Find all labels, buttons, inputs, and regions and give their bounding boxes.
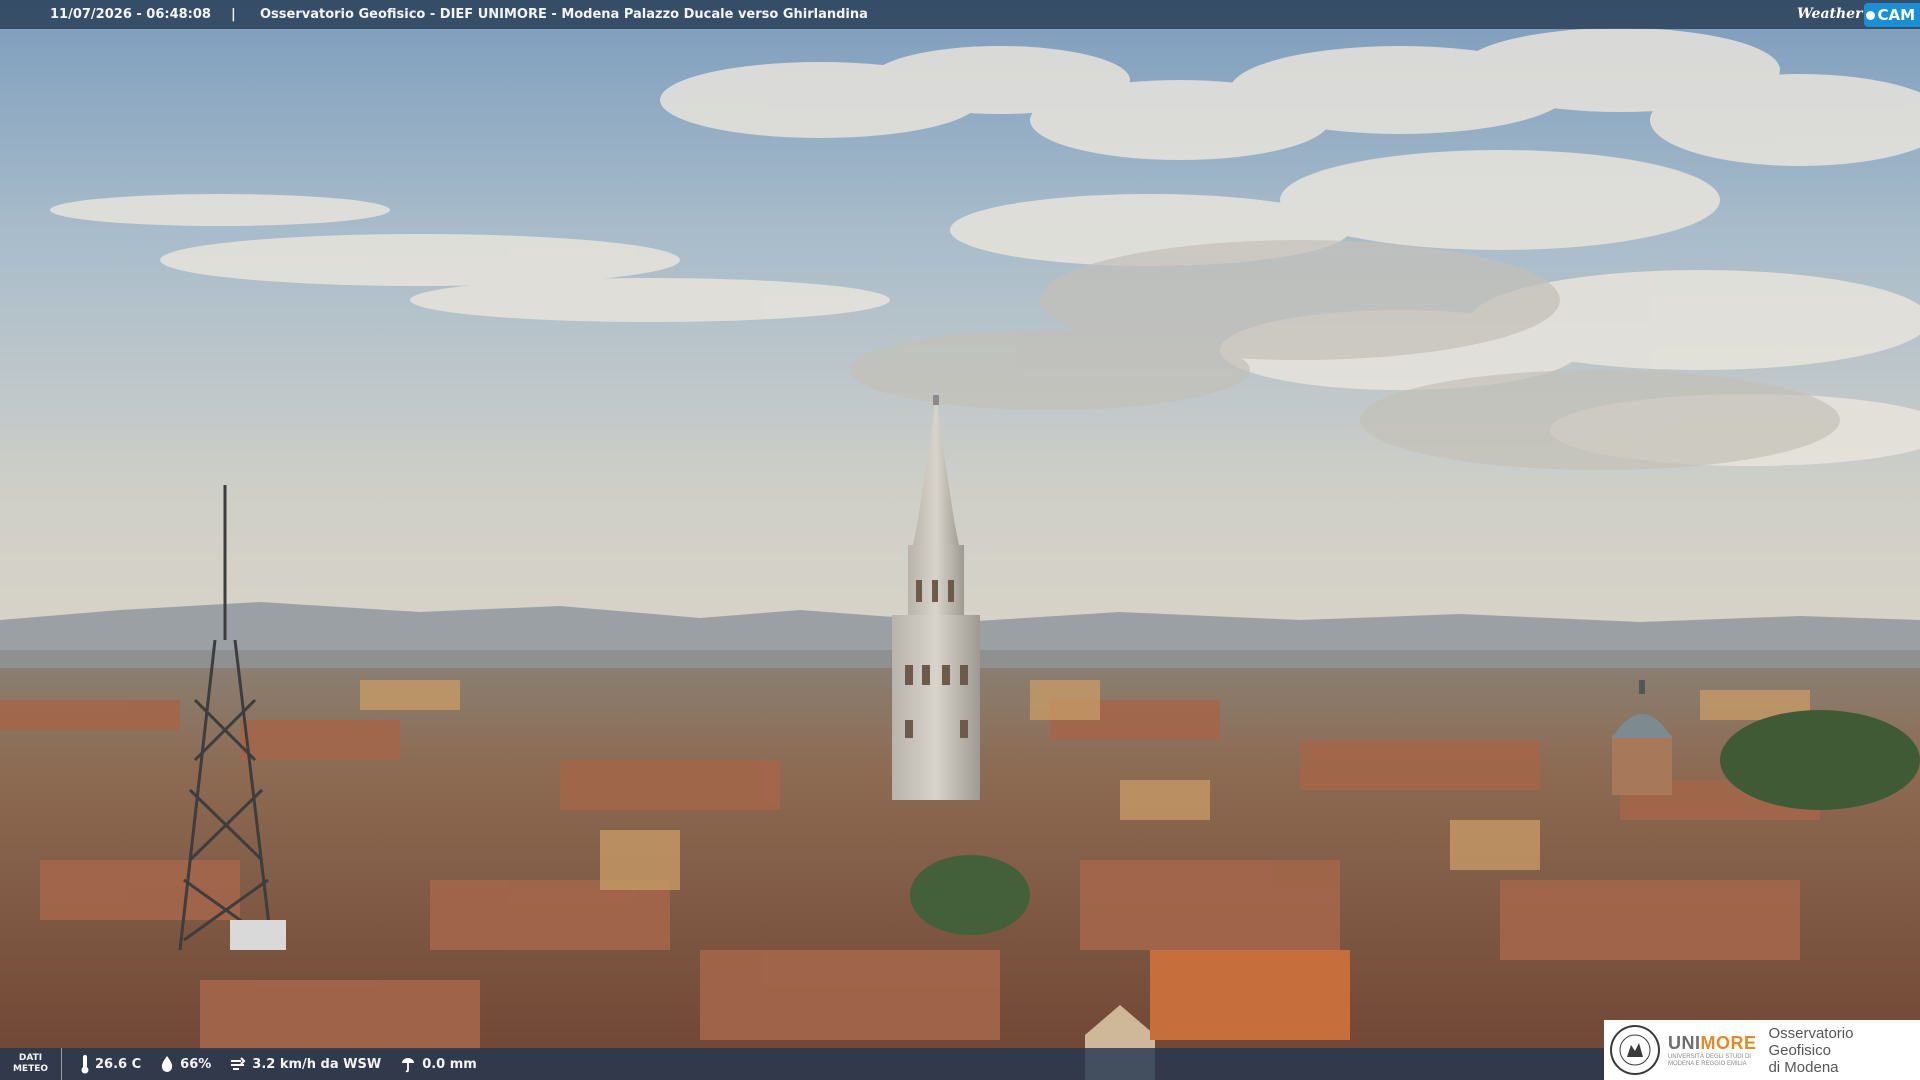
thermometer-icon: [81, 1055, 89, 1074]
title-separator: |: [231, 7, 236, 22]
webcam-image: [0, 0, 1920, 1080]
unimore-logo-panel: UNIMORE UNIVERSITÀ DEGLI STUDI DI MODENA…: [1604, 1020, 1920, 1080]
camera-dot-icon: [1866, 10, 1876, 20]
city-panorama: [0, 0, 1920, 1080]
wind-icon: [231, 1057, 246, 1070]
university-name: UNIMORE UNIVERSITÀ DEGLI STUDI DI MODENA…: [1667, 1032, 1757, 1067]
camera-info-bar: 11/07/2026 - 06:48:08 | Osservatorio Geo…: [0, 0, 1920, 29]
observatory-name: Osservatorio Geofisico di Modena: [1768, 1024, 1854, 1076]
weather-data-bar: DATI METEO 26.6 C 66% 3.2 km/h da WSW 0.…: [0, 1048, 1604, 1080]
humidity-drop-icon: [162, 1056, 173, 1072]
rain-reading: 0.0 mm: [399, 1055, 477, 1073]
wind-reading: 3.2 km/h da WSW: [229, 1055, 381, 1073]
rain-icon: [402, 1058, 415, 1073]
humidity-reading: 66%: [159, 1055, 211, 1073]
weather-data-label: DATI METEO: [0, 1048, 62, 1080]
timestamp: 11/07/2026 - 06:48:08: [50, 7, 211, 22]
temperature-reading: 26.6 C: [80, 1054, 141, 1074]
camera-title: Osservatorio Geofisico - DIEF UNIMORE - …: [260, 7, 868, 22]
weathercam-logo: Weather CAM: [1797, 0, 1920, 29]
university-seal-icon: [1610, 1025, 1660, 1075]
trees: [1720, 710, 1920, 810]
